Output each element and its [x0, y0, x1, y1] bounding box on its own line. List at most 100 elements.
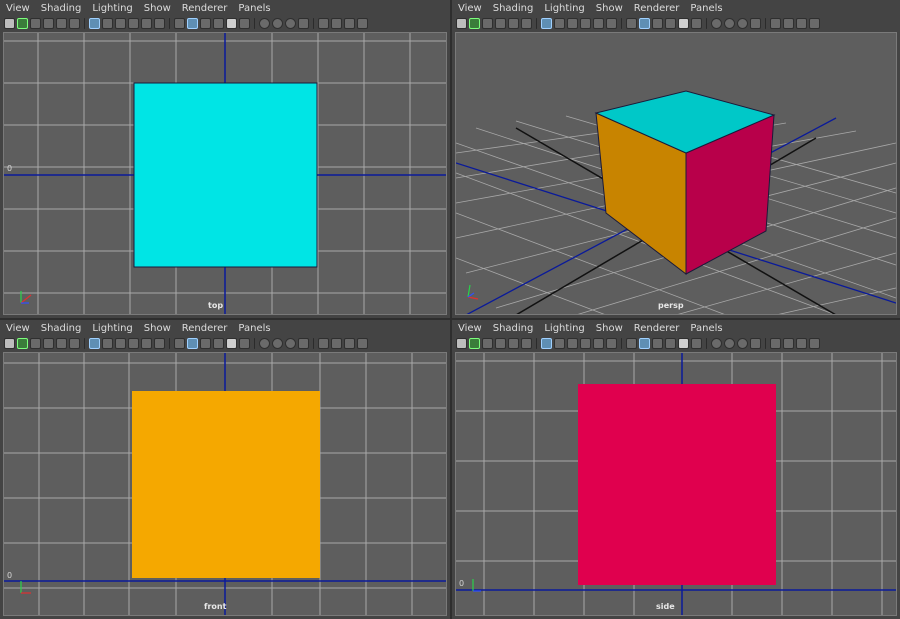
xray-components-icon[interactable] [809, 18, 820, 29]
smooth-shade-icon[interactable] [187, 338, 198, 349]
film-gate-icon[interactable] [554, 338, 565, 349]
field-chart-icon[interactable] [141, 338, 152, 349]
depth-of-field-icon[interactable] [750, 18, 761, 29]
safe-action-icon[interactable] [154, 18, 165, 29]
image-plane-icon[interactable] [43, 338, 54, 349]
menu-shading[interactable]: Shading [41, 323, 82, 334]
field-chart-icon[interactable] [593, 338, 604, 349]
shadows-icon[interactable] [239, 18, 250, 29]
bookmark-icon[interactable] [482, 18, 493, 29]
menu-show[interactable]: Show [144, 3, 171, 14]
xray-icon[interactable] [331, 18, 342, 29]
shadows-icon[interactable] [691, 338, 702, 349]
use-all-lights-icon[interactable] [678, 338, 689, 349]
wireframe-icon[interactable] [626, 18, 637, 29]
field-chart-icon[interactable] [593, 18, 604, 29]
menu-renderer[interactable]: Renderer [634, 323, 680, 334]
camera-attributes-icon[interactable] [17, 18, 28, 29]
isolate-select-icon[interactable] [318, 338, 329, 349]
menu-shading[interactable]: Shading [493, 3, 534, 14]
resolution-gate-icon[interactable] [567, 338, 578, 349]
pan-zoom-icon[interactable] [56, 338, 67, 349]
viewport-front[interactable]: 0 front [3, 352, 447, 616]
pan-zoom-icon[interactable] [56, 18, 67, 29]
gate-mask-icon[interactable] [128, 18, 139, 29]
cube-front-face[interactable] [132, 391, 320, 578]
xray-icon[interactable] [331, 338, 342, 349]
film-gate-icon[interactable] [102, 338, 113, 349]
menu-panels[interactable]: Panels [238, 323, 270, 334]
vertical-splitter[interactable] [450, 0, 452, 619]
xray-joints-icon[interactable] [344, 18, 355, 29]
isolate-select-icon[interactable] [770, 18, 781, 29]
anti-aliasing-icon[interactable] [285, 18, 296, 29]
depth-of-field-icon[interactable] [298, 18, 309, 29]
gate-mask-icon[interactable] [580, 18, 591, 29]
use-all-lights-icon[interactable] [226, 18, 237, 29]
wireframe-icon[interactable] [626, 338, 637, 349]
resolution-gate-icon[interactable] [115, 18, 126, 29]
bookmark-icon[interactable] [30, 18, 41, 29]
image-plane-icon[interactable] [495, 338, 506, 349]
xray-joints-icon[interactable] [796, 338, 807, 349]
gate-mask-icon[interactable] [580, 338, 591, 349]
cube-top-face[interactable] [133, 82, 318, 268]
resolution-gate-icon[interactable] [115, 338, 126, 349]
menu-lighting[interactable]: Lighting [544, 323, 584, 334]
xray-joints-icon[interactable] [796, 18, 807, 29]
isolate-select-icon[interactable] [318, 18, 329, 29]
anti-aliasing-icon[interactable] [737, 18, 748, 29]
menu-renderer[interactable]: Renderer [182, 323, 228, 334]
menu-panels[interactable]: Panels [238, 3, 270, 14]
menu-shading[interactable]: Shading [41, 3, 82, 14]
wireframe-on-shaded-icon[interactable] [200, 18, 211, 29]
motion-blur-icon[interactable] [724, 338, 735, 349]
textured-icon[interactable] [665, 18, 676, 29]
camera-icon[interactable] [456, 18, 467, 29]
motion-blur-icon[interactable] [272, 18, 283, 29]
grease-pencil-icon[interactable] [521, 338, 532, 349]
wireframe-icon[interactable] [174, 338, 185, 349]
xray-icon[interactable] [783, 18, 794, 29]
use-all-lights-icon[interactable] [678, 18, 689, 29]
anti-aliasing-icon[interactable] [285, 338, 296, 349]
menu-lighting[interactable]: Lighting [92, 3, 132, 14]
viewport-persp[interactable]: persp [455, 32, 897, 315]
xray-joints-icon[interactable] [344, 338, 355, 349]
bookmark-icon[interactable] [482, 338, 493, 349]
pan-zoom-icon[interactable] [508, 18, 519, 29]
shadows-icon[interactable] [691, 18, 702, 29]
horizontal-splitter[interactable] [0, 318, 900, 320]
xray-components-icon[interactable] [809, 338, 820, 349]
screen-space-ao-icon[interactable] [711, 18, 722, 29]
camera-icon[interactable] [456, 338, 467, 349]
textured-icon[interactable] [213, 338, 224, 349]
wireframe-icon[interactable] [174, 18, 185, 29]
grease-pencil-icon[interactable] [69, 18, 80, 29]
bookmark-icon[interactable] [30, 338, 41, 349]
shadows-icon[interactable] [239, 338, 250, 349]
screen-space-ao-icon[interactable] [711, 338, 722, 349]
screen-space-ao-icon[interactable] [259, 18, 270, 29]
textured-icon[interactable] [213, 18, 224, 29]
grid-icon[interactable] [89, 338, 100, 349]
xray-icon[interactable] [783, 338, 794, 349]
menu-shading[interactable]: Shading [493, 323, 534, 334]
film-gate-icon[interactable] [102, 18, 113, 29]
motion-blur-icon[interactable] [272, 338, 283, 349]
camera-attributes-icon[interactable] [469, 18, 480, 29]
camera-attributes-icon[interactable] [17, 338, 28, 349]
menu-view[interactable]: View [458, 323, 482, 334]
menu-renderer[interactable]: Renderer [634, 3, 680, 14]
safe-action-icon[interactable] [606, 338, 617, 349]
grease-pencil-icon[interactable] [69, 338, 80, 349]
safe-action-icon[interactable] [606, 18, 617, 29]
xray-components-icon[interactable] [357, 338, 368, 349]
textured-icon[interactable] [665, 338, 676, 349]
grid-icon[interactable] [541, 18, 552, 29]
safe-action-icon[interactable] [154, 338, 165, 349]
xray-components-icon[interactable] [357, 18, 368, 29]
menu-view[interactable]: View [6, 3, 30, 14]
depth-of-field-icon[interactable] [750, 338, 761, 349]
cube-side-face[interactable] [578, 384, 776, 585]
